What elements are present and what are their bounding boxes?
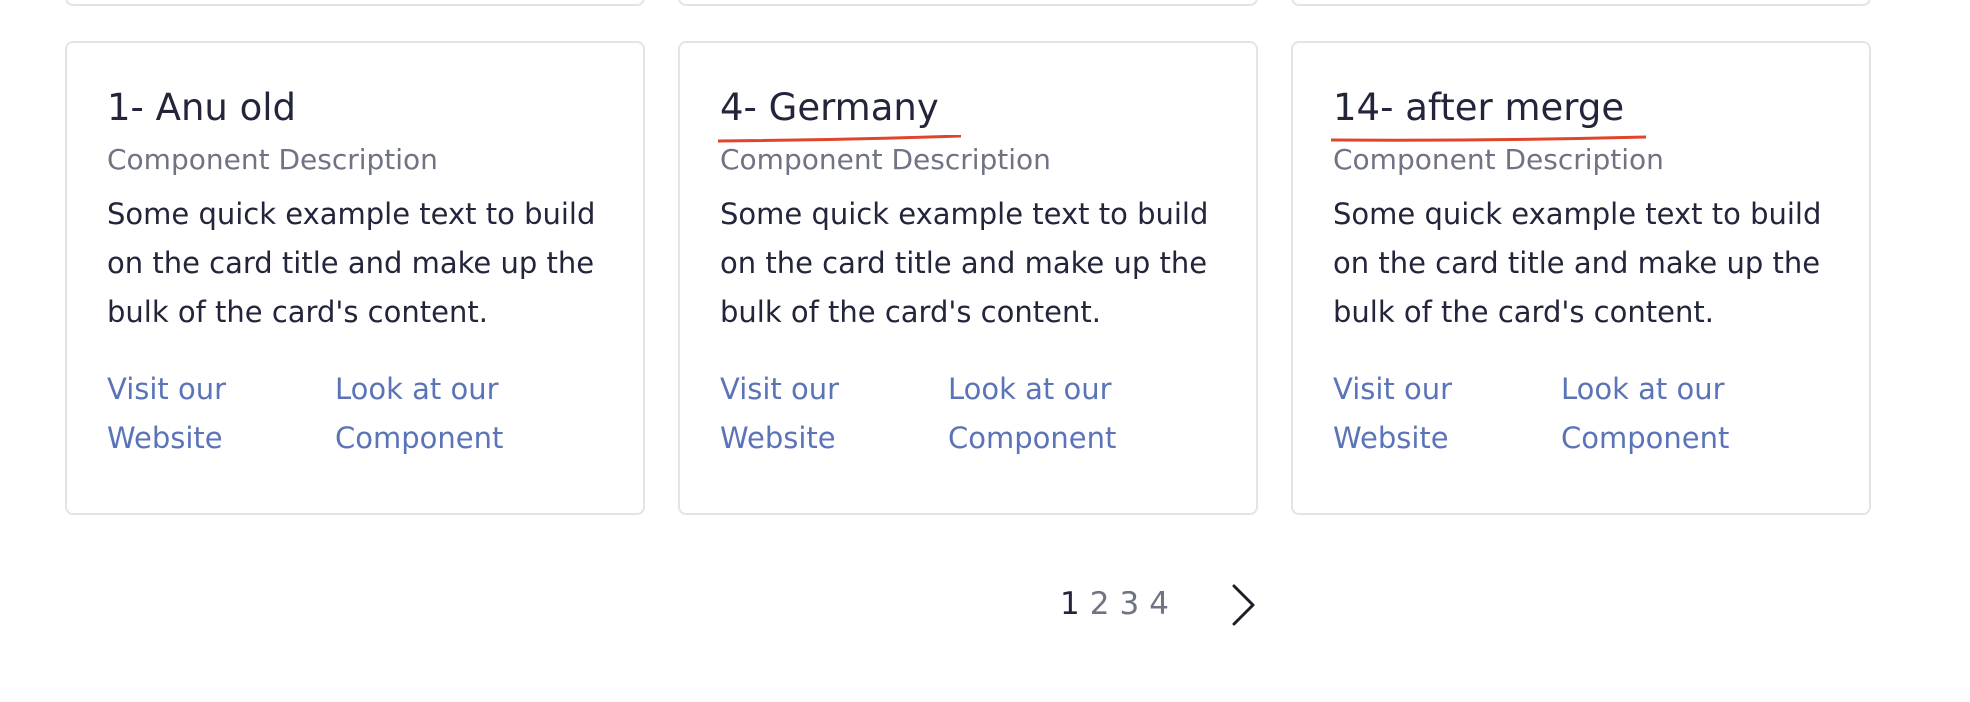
card-text: Some quick example text to build on the … [107,197,596,329]
card-title-wrapper: 14- after merge [1331,83,1647,142]
card-title-wrapper: 4- Germany [718,83,961,143]
card-subtitle: Component Description [107,143,438,176]
chevron-right-icon[interactable] [1228,584,1258,626]
previous-card-edge [65,0,645,6]
page-1-button[interactable]: 1 [1060,576,1080,632]
page-4-button[interactable]: 4 [1149,576,1169,632]
annotation-underline [718,135,961,143]
previous-card-edge [1291,0,1871,6]
card-text: Some quick example text to build on the … [720,197,1209,329]
page-2-button[interactable]: 2 [1090,576,1110,632]
look-at-component-link[interactable]: Look at our Component [335,365,535,463]
look-at-component-link[interactable]: Look at our Component [948,365,1148,463]
component-card: 14- after merge Component Description So… [1291,41,1871,515]
page-3-button[interactable]: 3 [1119,576,1139,632]
card-text: Some quick example text to build on the … [1333,197,1822,329]
card-title: 1- Anu old [107,86,297,129]
visit-website-link[interactable]: Visit our Website [107,365,227,463]
card-title: 14- after merge [1333,86,1625,129]
visit-website-link[interactable]: Visit our Website [720,365,840,463]
pagination: 1 2 3 4 [1060,576,1255,632]
component-card: 4- Germany Component Description Some qu… [678,41,1258,515]
previous-card-edge [678,0,1258,6]
card-subtitle: Component Description [1333,143,1664,176]
component-card: 1- Anu old Component Description Some qu… [65,41,645,515]
card-title: 4- Germany [720,86,939,129]
annotation-underline [1331,135,1647,142]
visit-website-link[interactable]: Visit our Website [1333,365,1453,463]
card-subtitle: Component Description [720,143,1051,176]
look-at-component-link[interactable]: Look at our Component [1561,365,1761,463]
